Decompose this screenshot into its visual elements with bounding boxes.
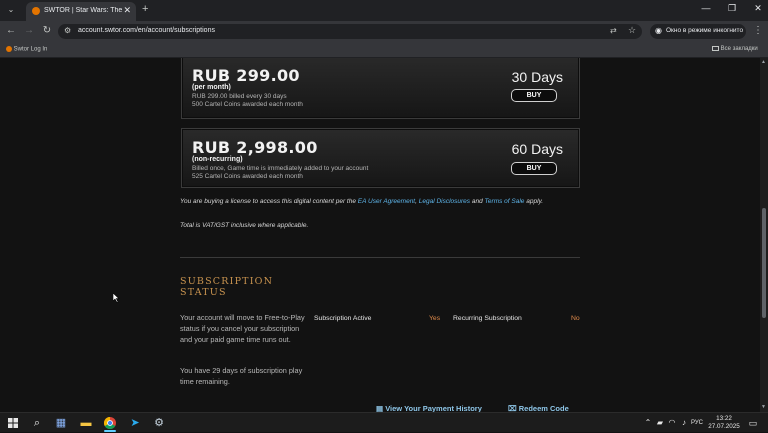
apply-text: apply. — [526, 198, 544, 205]
plan-price: RUB 2,998.00 — [192, 138, 318, 157]
close-window-icon[interactable]: ✕ — [748, 3, 768, 14]
recurring-subscription-label: Recurring Subscription — [453, 315, 522, 322]
bookmark-swtor[interactable]: Swtor Log In — [6, 46, 47, 53]
subscription-status-heading: SUBSCRIPTION STATUS — [180, 276, 273, 298]
chrome-icon[interactable] — [103, 416, 117, 430]
language-indicator[interactable]: РУС — [691, 420, 703, 426]
url-text: account.swtor.com/en/account/subscriptio… — [78, 27, 215, 34]
license-notice: You are buying a license to access this … — [180, 198, 580, 207]
bookmarks-bar: Swtor Log In Все закладки — [0, 42, 768, 58]
remaining-time-notice: You have 29 days of subscription play ti… — [180, 366, 303, 386]
clock-time: 13:22 — [716, 415, 732, 422]
system-clock[interactable]: 13:22 27.07.2025 — [704, 415, 744, 431]
all-bookmarks-label: Все закладки — [720, 46, 758, 53]
plan-coins: 500 Cartel Coins awarded each month — [192, 101, 303, 108]
redeem-code-icon: ⌧ — [508, 404, 517, 412]
browser-toolbar: ← → ↻ ⚙ account.swtor.com/en/account/sub… — [0, 21, 768, 42]
recurring-subscription-value: No — [571, 315, 580, 322]
heading-line-2: STATUS — [180, 287, 227, 298]
plan-days: 60 Days — [511, 141, 563, 157]
payment-history-icon: ▤ — [376, 404, 384, 412]
search-icon[interactable]: ⌕ — [30, 416, 44, 430]
tab-search-icon[interactable]: ⌄ — [5, 4, 17, 16]
menu-icon[interactable]: ⋮ — [751, 25, 765, 36]
free-to-play-notice: Your account will move to Free-to-Play s… — [180, 313, 305, 344]
translate-icon[interactable]: ⇄ — [610, 26, 617, 35]
notifications-icon[interactable]: ▭ — [746, 416, 760, 430]
scroll-up-icon[interactable]: ▲ — [761, 59, 766, 65]
plan-type: (per month) — [192, 84, 231, 91]
windows-start-icon[interactable] — [6, 416, 20, 430]
separator: , — [415, 198, 417, 205]
plan-billing: RUB 299.00 billed every 30 days — [192, 93, 287, 100]
plan-price: RUB 299.00 — [192, 66, 300, 85]
buy-button[interactable]: BUY — [511, 162, 557, 175]
plan-card-30-days: RUB 299.00 (per month) RUB 299.00 billed… — [181, 58, 580, 119]
ea-user-agreement-link[interactable]: EA User Agreement — [358, 198, 415, 205]
plan-days: 30 Days — [511, 69, 563, 85]
page-content: RUB 299.00 (per month) RUB 299.00 billed… — [0, 58, 760, 412]
minimize-icon[interactable]: — — [696, 3, 716, 13]
scrollbar-thumb[interactable] — [762, 208, 766, 318]
incognito-indicator[interactable]: ◉ Окно в режиме инкогнито — [650, 24, 746, 39]
mouse-cursor-icon — [113, 293, 120, 303]
site-info-icon[interactable]: ⚙ — [64, 26, 71, 35]
redeem-code-label: Redeem Code — [518, 404, 569, 412]
browser-title-bar: ⌄ SWTOR | Star Wars: The Old Re ✕ + — ❐ … — [0, 0, 768, 21]
vat-notice: Total is VAT/GST inclusive where applica… — [180, 222, 309, 229]
page-scrollbar[interactable]: ▲ ▼ — [760, 58, 768, 412]
calculator-icon[interactable]: ▦ — [54, 416, 68, 430]
browser-tab[interactable]: SWTOR | Star Wars: The Old Re ✕ — [26, 2, 136, 21]
payment-history-button[interactable]: ▤ View Your Payment History — [376, 404, 482, 412]
plan-billing: Billed once, Game time is immediately ad… — [192, 165, 369, 172]
incognito-label: Окно в режиме инкогнито — [666, 27, 744, 34]
incognito-icon: ◉ — [655, 26, 662, 35]
payment-history-label: View Your Payment History — [385, 404, 482, 412]
plan-card-60-days: RUB 2,998.00 (non-recurring) Billed once… — [181, 128, 580, 188]
swtor-favicon-icon — [32, 7, 40, 15]
telegram-icon[interactable]: ➤ — [128, 416, 142, 430]
heading-line-1: SUBSCRIPTION — [180, 276, 274, 287]
windows-taskbar: ⌕ ▦ ▬ ➤ ⚙ ⌃ ▰ ◠ ♪ РУС 13:22 27.07.2025 ▭ — [0, 412, 768, 432]
bookmark-star-icon[interactable]: ☆ — [628, 25, 636, 36]
folder-icon — [712, 46, 719, 51]
clock-date: 27.07.2025 — [708, 423, 740, 430]
redeem-code-button[interactable]: ⌧ Redeem Code — [508, 404, 569, 412]
bookmark-label: Swtor Log In — [13, 46, 48, 53]
and-text: and — [471, 198, 483, 205]
reload-icon[interactable]: ↻ — [40, 25, 54, 36]
section-divider — [180, 257, 580, 258]
forward-icon[interactable]: → — [22, 25, 36, 36]
file-explorer-icon[interactable]: ▬ — [79, 416, 93, 430]
legal-disclosures-link[interactable]: Legal Disclosures — [419, 198, 470, 205]
volume-icon[interactable]: ♪ — [677, 416, 691, 430]
license-text: You are buying a license to access this … — [180, 198, 356, 205]
steam-icon[interactable]: ⚙ — [152, 416, 166, 430]
back-icon[interactable]: ← — [4, 25, 18, 36]
tab-title: SWTOR | Star Wars: The Old Re — [44, 7, 122, 14]
maximize-icon[interactable]: ❐ — [722, 3, 742, 14]
plan-type: (non-recurring) — [192, 156, 243, 163]
scroll-down-icon[interactable]: ▼ — [761, 404, 766, 410]
subscription-active-label: Subscription Active — [314, 315, 372, 322]
plan-coins: 525 Cartel Coins awarded each month — [192, 173, 303, 180]
terms-of-sale-link[interactable]: Terms of Sale — [485, 198, 525, 205]
swtor-bookmark-icon — [6, 46, 12, 52]
address-bar[interactable]: ⚙ account.swtor.com/en/account/subscript… — [58, 24, 642, 39]
close-tab-icon[interactable]: ✕ — [123, 5, 131, 16]
buy-button[interactable]: BUY — [511, 89, 557, 102]
subscription-active-value: Yes — [429, 315, 441, 322]
all-bookmarks[interactable]: Все закладки — [712, 46, 758, 52]
new-tab-icon[interactable]: + — [142, 3, 148, 15]
